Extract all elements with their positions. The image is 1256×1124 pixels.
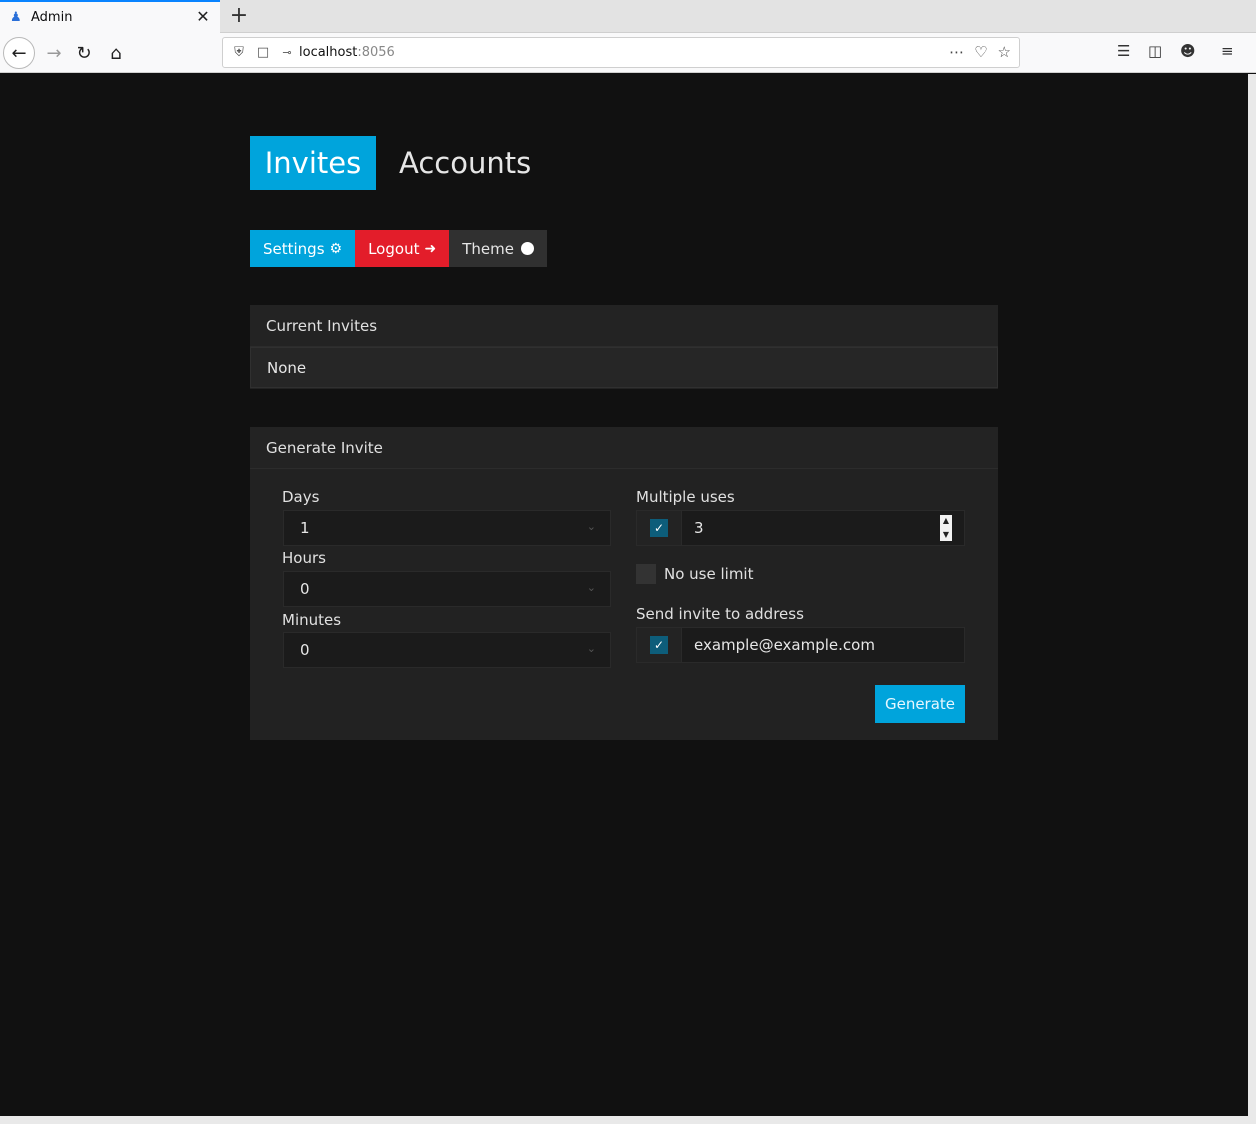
multiple-uses-checkbox[interactable]: ✓ — [637, 511, 682, 545]
multiple-uses-value: 3 — [694, 519, 704, 537]
generate-invite-card: Generate Invite Days 1 ⌄ Hours 0 ⌄ Minut… — [250, 427, 998, 740]
chevron-down-icon: ⌄ — [586, 520, 596, 533]
days-label: Days — [282, 488, 320, 506]
url-bar[interactable]: ⛨ □ ⊸ localhost:8056 ⋯ ♡ ☆ — [222, 37, 1020, 68]
chevron-down-icon: ⌄ — [586, 581, 596, 594]
tab-invites[interactable]: Invites — [250, 136, 376, 190]
sidebar-icon[interactable]: ◫ — [1148, 42, 1162, 60]
bookmark-star-icon[interactable]: ☆ — [998, 43, 1011, 61]
sign-out-icon: ➜ — [424, 240, 437, 257]
page-content: Invites Accounts Settings ⚙ Logout ➜ The… — [0, 74, 1248, 1116]
library-icon[interactable]: ☰ — [1117, 42, 1130, 60]
browser-tab-title: Admin — [31, 10, 73, 25]
minutes-value: 0 — [300, 641, 310, 659]
settings-button[interactable]: Settings ⚙ — [250, 230, 356, 267]
theme-label: Theme — [462, 239, 514, 258]
logout-button[interactable]: Logout ➜ — [355, 230, 450, 267]
url-host: localhost — [299, 45, 358, 60]
chevron-down-icon: ⌄ — [586, 642, 596, 655]
spin-up-icon[interactable]: ▲ — [943, 515, 949, 527]
back-arrow-icon[interactable]: ← — [3, 37, 35, 69]
window-edge — [1248, 74, 1256, 1124]
shield-icon[interactable]: ⛨ — [231, 45, 247, 60]
minutes-select[interactable]: 0 ⌄ — [283, 632, 611, 668]
toolbar: Settings ⚙ Logout ➜ Theme — [250, 230, 547, 267]
current-invites-card: Current Invites None — [250, 305, 998, 389]
checkmark-icon: ✓ — [650, 636, 668, 654]
hours-value: 0 — [300, 580, 310, 598]
close-tab-icon[interactable]: ✕ — [194, 7, 212, 26]
tab-accounts[interactable]: Accounts — [399, 136, 531, 190]
current-invites-title: Current Invites — [250, 305, 998, 347]
new-tab-icon[interactable]: + — [228, 3, 250, 28]
minutes-label: Minutes — [282, 611, 342, 629]
send-invite-group: ✓ example@example.com — [636, 627, 965, 663]
multiple-uses-input[interactable]: 3 ▲ ▼ — [682, 511, 964, 545]
spin-down-icon[interactable]: ▼ — [943, 529, 949, 541]
window-edge-bottom — [0, 1116, 1256, 1124]
gear-icon: ⚙ — [329, 240, 343, 257]
number-spinner[interactable]: ▲ ▼ — [940, 515, 952, 541]
send-invite-label: Send invite to address — [636, 605, 804, 623]
days-select[interactable]: 1 ⌄ — [283, 510, 611, 546]
pocket-icon[interactable]: ♡ — [974, 43, 987, 61]
reload-icon[interactable]: ↻ — [68, 37, 100, 69]
email-input[interactable]: example@example.com — [682, 628, 964, 662]
generate-invite-title: Generate Invite — [250, 427, 998, 469]
browser-tab-bar: ♟ Admin ✕ + — [0, 0, 1256, 33]
logout-label: Logout — [368, 239, 420, 258]
url-port: :8056 — [357, 45, 395, 60]
multiple-uses-group: ✓ 3 ▲ ▼ — [636, 510, 965, 546]
person-favicon-icon: ♟ — [10, 9, 22, 25]
forward-arrow-icon[interactable]: → — [38, 37, 70, 69]
theme-button[interactable]: Theme — [449, 230, 547, 267]
email-value: example@example.com — [694, 636, 875, 654]
invites-empty-text: None — [250, 347, 998, 388]
circle-icon — [520, 242, 534, 255]
hours-label: Hours — [282, 549, 326, 567]
hours-select[interactable]: 0 ⌄ — [283, 571, 611, 607]
days-value: 1 — [300, 519, 310, 537]
key-icon: ⊸ — [282, 46, 292, 59]
generate-button[interactable]: Generate — [875, 685, 965, 723]
checkmark-icon: ✓ — [650, 519, 668, 537]
no-use-limit-checkbox[interactable] — [636, 564, 656, 584]
browser-tab[interactable]: ♟ Admin ✕ — [0, 0, 220, 33]
no-use-limit-label: No use limit — [664, 565, 754, 583]
send-invite-checkbox[interactable]: ✓ — [637, 628, 682, 662]
multiple-uses-label: Multiple uses — [636, 488, 735, 506]
page-icon: □ — [256, 45, 270, 60]
more-actions-icon[interactable]: ⋯ — [949, 43, 964, 61]
menu-icon[interactable]: ≡ — [1221, 42, 1234, 60]
browser-nav-bar: ← → ↻ ⌂ ⛨ □ ⊸ localhost:8056 ⋯ ♡ ☆ ☰ ◫ ☻… — [0, 33, 1256, 73]
home-icon[interactable]: ⌂ — [100, 37, 132, 69]
settings-label: Settings — [263, 239, 325, 258]
account-icon[interactable]: ☻ — [1180, 42, 1196, 60]
